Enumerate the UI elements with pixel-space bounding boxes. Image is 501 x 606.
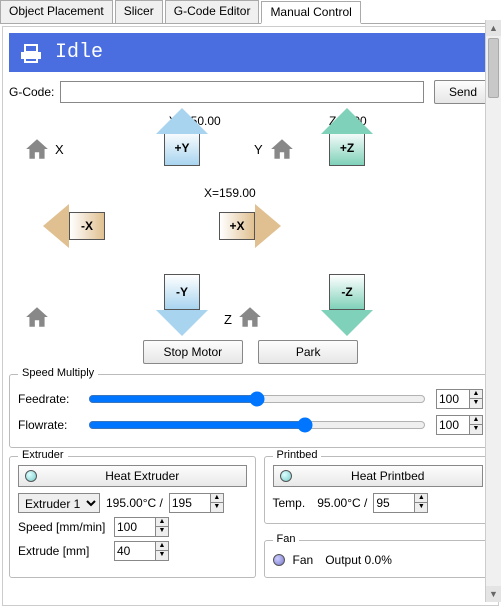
bed-target[interactable]: [373, 493, 415, 513]
home-y-icon[interactable]: [269, 136, 295, 165]
scrollbar[interactable]: ▲ ▼: [485, 20, 501, 602]
heat-printbed-indicator: [280, 470, 292, 482]
move-plus-z[interactable]: +Z: [329, 130, 365, 166]
scroll-down-icon[interactable]: ▼: [486, 586, 501, 602]
fan-label: Fan: [293, 553, 314, 567]
tab-gcode-editor[interactable]: G-Code Editor: [165, 0, 260, 23]
tab-bar: Object Placement Slicer G-Code Editor Ma…: [0, 0, 501, 24]
flowrate-label: Flowrate:: [18, 418, 78, 432]
tab-object-placement[interactable]: Object Placement: [0, 0, 113, 23]
gcode-label: G-Code:: [9, 85, 54, 99]
extrude-speed-spinner[interactable]: ▲▼: [114, 517, 169, 537]
speed-title: Speed Multiply: [18, 367, 98, 379]
home-x-icon[interactable]: [24, 136, 50, 165]
feedrate-up[interactable]: ▲: [470, 390, 482, 399]
fan-indicator: [273, 554, 285, 566]
move-plus-x[interactable]: +X: [219, 212, 255, 240]
x-axis-label: X: [55, 142, 64, 157]
move-minus-x[interactable]: -X: [69, 212, 105, 240]
printer-icon: [19, 43, 43, 63]
extruder-target-spinner[interactable]: ▲▼: [169, 493, 224, 513]
extruder-group: Extruder Heat Extruder Extruder 1 195.00…: [9, 456, 256, 578]
send-button[interactable]: Send: [434, 80, 492, 104]
printbed-title: Printbed: [273, 449, 322, 461]
flowrate-value[interactable]: [436, 415, 470, 435]
extruder-select[interactable]: Extruder 1: [18, 493, 100, 513]
heat-printbed-button[interactable]: Heat Printbed: [273, 465, 484, 487]
status-text: Idle: [55, 41, 103, 64]
extrude-length[interactable]: [114, 541, 156, 561]
feedrate-value[interactable]: [436, 389, 470, 409]
bed-temp-label: Temp.: [273, 496, 306, 510]
move-plus-y[interactable]: +Y: [164, 130, 200, 166]
fan-output: Output 0.0%: [325, 553, 392, 567]
move-minus-y[interactable]: -Y: [164, 274, 200, 310]
stop-motor-button[interactable]: Stop Motor: [143, 340, 243, 364]
extrude-speed[interactable]: [114, 517, 156, 537]
flowrate-slider[interactable]: [88, 417, 426, 433]
tab-manual-control[interactable]: Manual Control: [261, 1, 360, 24]
fan-group: Fan Fan Output 0.0%: [264, 540, 493, 578]
bed-temp: 95.00°C /: [317, 496, 367, 510]
heat-extruder-indicator: [25, 470, 37, 482]
printbed-group: Printbed Heat Printbed Temp. 95.00°C / ▲…: [264, 456, 493, 524]
x-position: X=159.00: [204, 186, 256, 200]
extrude-length-spinner[interactable]: ▲▼: [114, 541, 169, 561]
heat-extruder-button[interactable]: Heat Extruder: [18, 465, 247, 487]
manual-control-panel: Idle G-Code: Send Y=150.00 Z=0.00 X=159.…: [2, 26, 499, 606]
y-axis-label: Y: [254, 142, 263, 157]
movement-area: Y=150.00 Z=0.00 X=159.00 X Y Z +Y -Y -X …: [9, 114, 492, 374]
gcode-row: G-Code: Send: [9, 80, 492, 104]
extruder-target[interactable]: [169, 493, 211, 513]
feedrate-down[interactable]: ▼: [470, 399, 482, 408]
home-all-icon[interactable]: [24, 304, 50, 333]
flowrate-down[interactable]: ▼: [470, 425, 482, 434]
scroll-up-icon[interactable]: ▲: [486, 20, 501, 36]
z-axis-label: Z: [224, 312, 232, 327]
feedrate-spinner[interactable]: ▲▼: [436, 389, 483, 409]
tab-slicer[interactable]: Slicer: [115, 0, 163, 23]
flowrate-spinner[interactable]: ▲▼: [436, 415, 483, 435]
feedrate-slider[interactable]: [88, 391, 426, 407]
feedrate-label: Feedrate:: [18, 392, 78, 406]
flowrate-up[interactable]: ▲: [470, 416, 482, 425]
status-bar: Idle: [9, 33, 492, 72]
extrude-mm-label: Extrude [mm]: [18, 544, 108, 558]
home-z-icon[interactable]: [237, 304, 263, 333]
park-button[interactable]: Park: [258, 340, 358, 364]
extruder-title: Extruder: [18, 449, 68, 461]
speed-group: Speed Multiply Feedrate: ▲▼ Flowrate: ▲▼: [9, 374, 492, 448]
bed-target-spinner[interactable]: ▲▼: [373, 493, 428, 513]
fan-title: Fan: [273, 533, 300, 545]
extruder-temp: 195.00°C /: [106, 496, 163, 510]
speed-mm-label: Speed [mm/min]: [18, 520, 108, 534]
gcode-input[interactable]: [60, 81, 424, 103]
scroll-thumb[interactable]: [488, 38, 499, 98]
move-minus-z[interactable]: -Z: [329, 274, 365, 310]
